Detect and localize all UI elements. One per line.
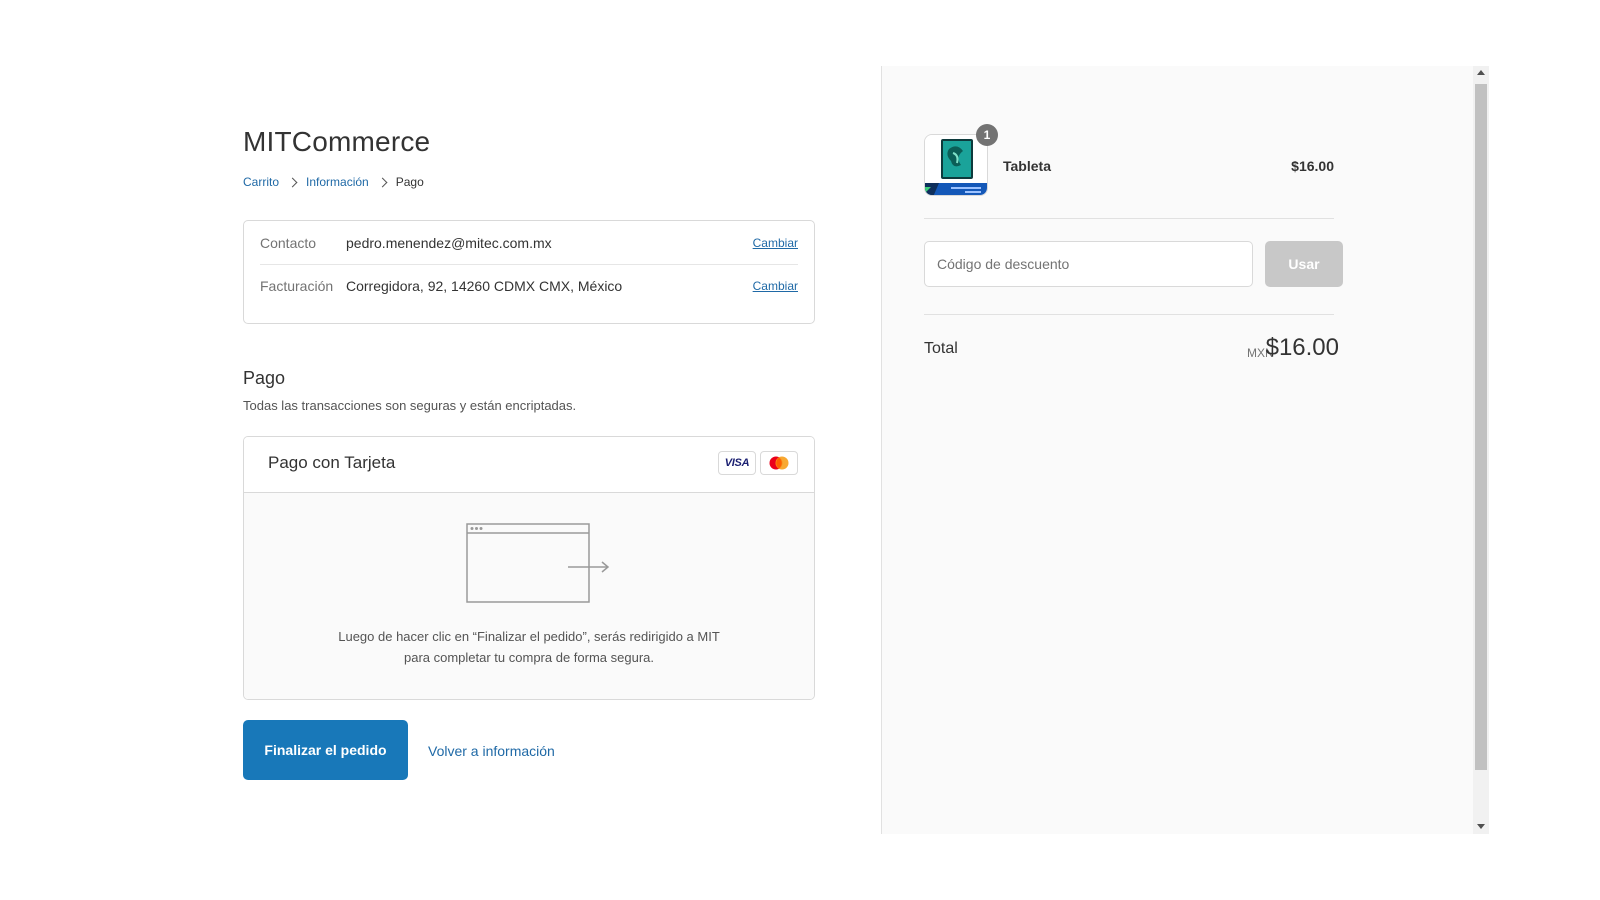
payment-method-header[interactable]: Pago con Tarjeta VISA — [244, 437, 814, 493]
scrollbar-thumb[interactable] — [1475, 84, 1487, 770]
payment-method-body: Luego de hacer clic en “Finalizar el ped… — [244, 493, 814, 699]
redirect-browser-icon — [466, 523, 610, 603]
breadcrumb-cart[interactable]: Carrito — [243, 175, 279, 189]
apply-discount-button[interactable]: Usar — [1265, 241, 1343, 287]
billing-label: Facturación — [260, 278, 334, 294]
return-to-information-link[interactable]: Volver a información — [428, 743, 555, 759]
product-thumbnail — [924, 134, 988, 196]
redirect-message: Luego de hacer clic en “Finalizar el ped… — [244, 626, 814, 668]
summary-divider — [924, 314, 1334, 315]
total-label: Total — [924, 340, 958, 357]
scroll-down-arrow-icon[interactable] — [1477, 824, 1485, 829]
summary-divider — [924, 218, 1334, 219]
redirect-message-line2: para completar tu compra de forma segura… — [403, 650, 654, 665]
complete-order-button[interactable]: Finalizar el pedido — [243, 720, 408, 780]
review-divider — [260, 264, 798, 265]
visa-logo-text: VISA — [724, 457, 750, 469]
contact-value: pedro.menendez@mitec.com.mx — [346, 235, 552, 251]
chevron-right-icon — [377, 177, 388, 187]
mastercard-icon — [760, 451, 798, 475]
product-line: 1 Tableta $16.00 — [924, 124, 1334, 196]
breadcrumb-payment: Pago — [395, 175, 424, 189]
store-name: MITCommerce — [243, 126, 431, 157]
redirect-message-line1: Luego de hacer clic en “Finalizar el ped… — [338, 629, 720, 644]
visa-icon: VISA — [718, 451, 756, 475]
change-contact-link[interactable]: Cambiar — [753, 234, 798, 252]
payment-subtitle: Todas las transacciones son seguras y es… — [243, 398, 577, 413]
payment-heading: Pago — [243, 368, 286, 388]
payment-method-box: Pago con Tarjeta VISA Luego de hacer cli… — [243, 436, 815, 700]
change-billing-link[interactable]: Cambiar — [753, 277, 798, 295]
order-summary: 1 Tableta $16.00 Usar Total MXN $16.00 — [881, 66, 1482, 834]
breadcrumb-information[interactable]: Información — [306, 175, 369, 189]
discount-code-input[interactable] — [924, 241, 1253, 287]
chevron-right-icon — [287, 177, 298, 187]
review-contact-row: Contacto pedro.menendez@mitec.com.mx Cam… — [260, 234, 798, 252]
product-name: Tableta — [1003, 158, 1051, 174]
billing-value: Corregidora, 92, 14260 CDMX CMX, México — [346, 278, 623, 294]
quantity-badge: 1 — [976, 124, 998, 146]
scroll-up-arrow-icon[interactable] — [1477, 70, 1485, 75]
breadcrumb: Carrito Información Pago — [243, 175, 424, 189]
product-price: $16.00 — [1291, 158, 1334, 174]
total-amount: $16.00 — [1265, 334, 1339, 361]
product-image — [925, 135, 987, 195]
payment-method-title: Pago con Tarjeta — [268, 453, 396, 472]
card-icons: VISA — [718, 451, 798, 475]
review-billing-row: Facturación Corregidora, 92, 14260 CDMX … — [260, 277, 798, 295]
contact-label: Contacto — [260, 235, 317, 251]
review-block: Contacto pedro.menendez@mitec.com.mx Cam… — [243, 220, 815, 324]
